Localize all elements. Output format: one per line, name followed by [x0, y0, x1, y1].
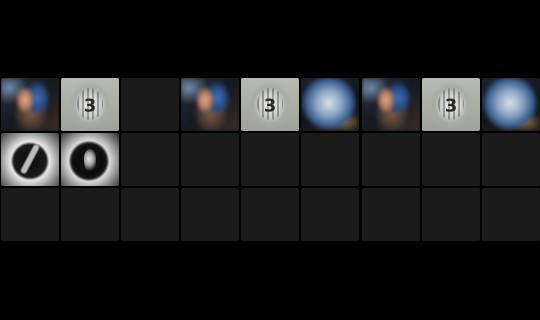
- jersey-thumbnail-icon: 3: [422, 78, 480, 131]
- empty-slot[interactable]: [121, 188, 179, 241]
- empty-slot[interactable]: [61, 188, 119, 241]
- empty-slot[interactable]: [121, 133, 179, 186]
- blue-figure-thumbnail-icon: [362, 78, 420, 131]
- empty-slot[interactable]: [241, 188, 299, 241]
- blue-figure-thumbnail-icon: [1, 78, 59, 131]
- photo-slot[interactable]: [181, 78, 239, 131]
- jersey-number: 3: [83, 94, 97, 116]
- empty-slot[interactable]: [482, 133, 540, 186]
- jersey-thumbnail-icon: 3: [241, 78, 299, 131]
- empty-slot[interactable]: [121, 78, 179, 131]
- photo-grid-stage: 3 3 3: [0, 0, 540, 320]
- empty-slot[interactable]: [181, 133, 239, 186]
- photo-slot[interactable]: [482, 78, 540, 131]
- photo-slot[interactable]: [1, 78, 59, 131]
- photo-grid-panel-2: 3: [181, 78, 359, 242]
- ball-thumbnail-icon: [301, 78, 359, 131]
- empty-slot[interactable]: [422, 188, 480, 241]
- photo-slot[interactable]: [1, 133, 59, 186]
- photo-slot[interactable]: [362, 78, 420, 131]
- photo-slot[interactable]: [301, 78, 359, 131]
- jersey-number: 3: [263, 94, 277, 116]
- ball-thumbnail-icon: [482, 78, 540, 131]
- empty-slot[interactable]: [301, 133, 359, 186]
- empty-slot[interactable]: [362, 133, 420, 186]
- jersey-number: 3: [444, 94, 458, 116]
- blue-figure-thumbnail-icon: [181, 78, 239, 131]
- photo-slot[interactable]: 3: [422, 78, 480, 131]
- empty-slot[interactable]: [241, 133, 299, 186]
- empty-slot[interactable]: [301, 188, 359, 241]
- photo-slot[interactable]: 3: [61, 78, 119, 131]
- empty-slot[interactable]: [1, 188, 59, 241]
- light-streak: [19, 143, 41, 175]
- empty-slot[interactable]: [422, 133, 480, 186]
- photo-grid-panel-1: 3: [1, 78, 179, 242]
- photo-grid-panel-3: 3: [362, 78, 540, 242]
- empty-slot[interactable]: [181, 188, 239, 241]
- photo-slot[interactable]: 3: [241, 78, 299, 131]
- empty-slot[interactable]: [362, 188, 420, 241]
- hair-shape: [80, 145, 100, 171]
- jersey-thumbnail-icon: 3: [61, 78, 119, 131]
- bw-dark-circle-thumbnail-icon: [1, 133, 59, 186]
- empty-slot[interactable]: [482, 188, 540, 241]
- bw-face-circle-thumbnail-icon: [61, 133, 119, 186]
- photo-slot[interactable]: [61, 133, 119, 186]
